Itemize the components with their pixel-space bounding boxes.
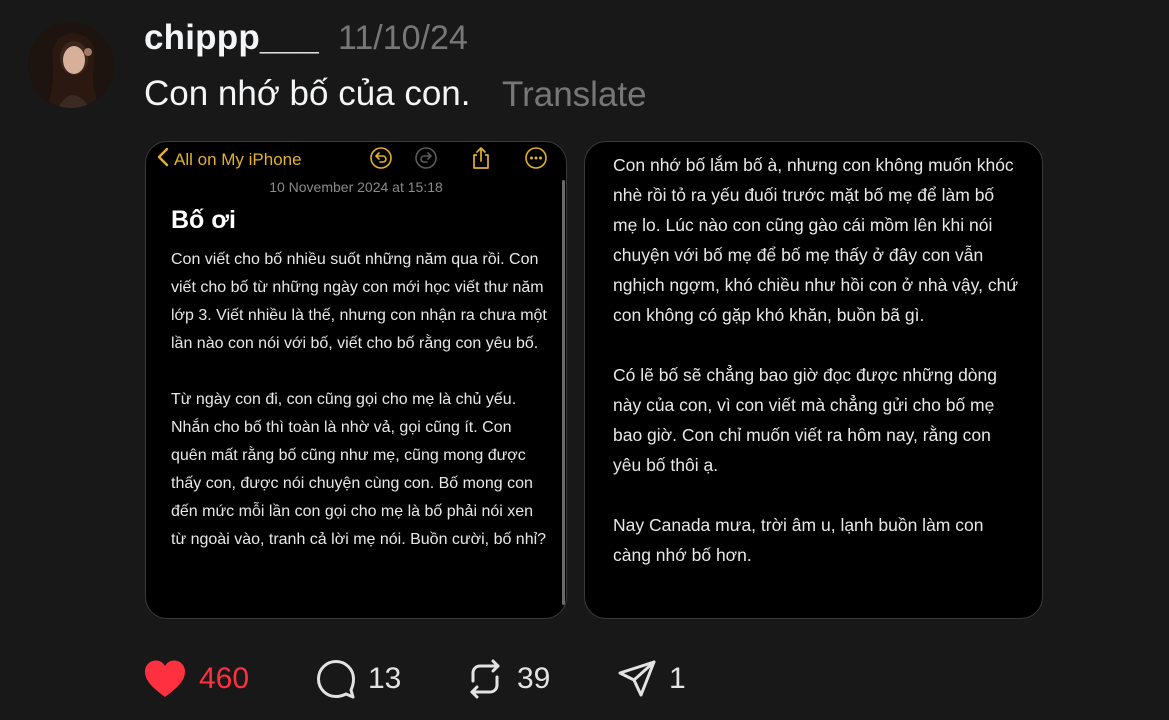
repost-button[interactable]: 39 xyxy=(465,656,550,702)
username[interactable]: chippp___ xyxy=(144,18,319,58)
send-icon xyxy=(618,660,656,697)
like-count: 460 xyxy=(199,662,250,695)
redo-icon[interactable] xyxy=(414,146,438,170)
repost-count: 39 xyxy=(517,662,551,695)
post-caption: Con nhớ bố của con. xyxy=(144,74,471,113)
share-icon[interactable] xyxy=(469,146,493,170)
post-image-right[interactable]: Con nhớ bố lắm bố à, nhưng con không muố… xyxy=(584,141,1043,619)
avatar[interactable] xyxy=(28,22,114,108)
share-button[interactable]: 1 xyxy=(617,656,686,702)
notes-back-label: All on My iPhone xyxy=(174,150,302,169)
chevron-left-icon xyxy=(156,147,170,173)
like-button[interactable]: 460 xyxy=(143,656,249,702)
more-icon[interactable] xyxy=(524,146,548,170)
notes-back-button[interactable]: All on My iPhone xyxy=(156,147,302,173)
share-count: 1 xyxy=(669,662,686,695)
note-paragraph: Con viết cho bố nhiều suốt những năm qua… xyxy=(171,251,547,352)
undo-icon[interactable] xyxy=(369,146,393,170)
repost-icon xyxy=(470,659,500,699)
note-body-left: Con viết cho bố nhiều suốt những năm qua… xyxy=(171,246,551,582)
note-title: Bố ơi xyxy=(171,206,236,234)
note-paragraph: Từ ngày con đi, con cũng gọi cho mẹ là c… xyxy=(171,391,547,548)
note-paragraph: Có lẽ bố sẽ chẳng bao giờ đọc được những… xyxy=(613,365,998,475)
translate-link[interactable]: Translate xyxy=(502,75,647,115)
heart-icon xyxy=(145,660,185,697)
post-timestamp: 11/10/24 xyxy=(338,19,468,57)
note-date: 10 November 2024 at 15:18 xyxy=(269,179,443,195)
avatar-photo xyxy=(28,22,114,108)
note-paragraph: Nay Canada mưa, trời âm u, lạnh buồn làm… xyxy=(613,515,984,565)
note-scrollbar[interactable] xyxy=(562,180,565,605)
note-body-right: Con nhớ bố lắm bố à, nhưng con không muố… xyxy=(613,150,1023,600)
comment-count: 13 xyxy=(368,662,402,695)
note-paragraph: Con nhớ bố lắm bố à, nhưng con không muố… xyxy=(613,155,1019,325)
comment-icon xyxy=(317,660,355,699)
post-image-left[interactable]: All on My iPhone 10 November 2024 at 15:… xyxy=(145,141,567,619)
comment-button[interactable]: 13 xyxy=(316,656,401,702)
